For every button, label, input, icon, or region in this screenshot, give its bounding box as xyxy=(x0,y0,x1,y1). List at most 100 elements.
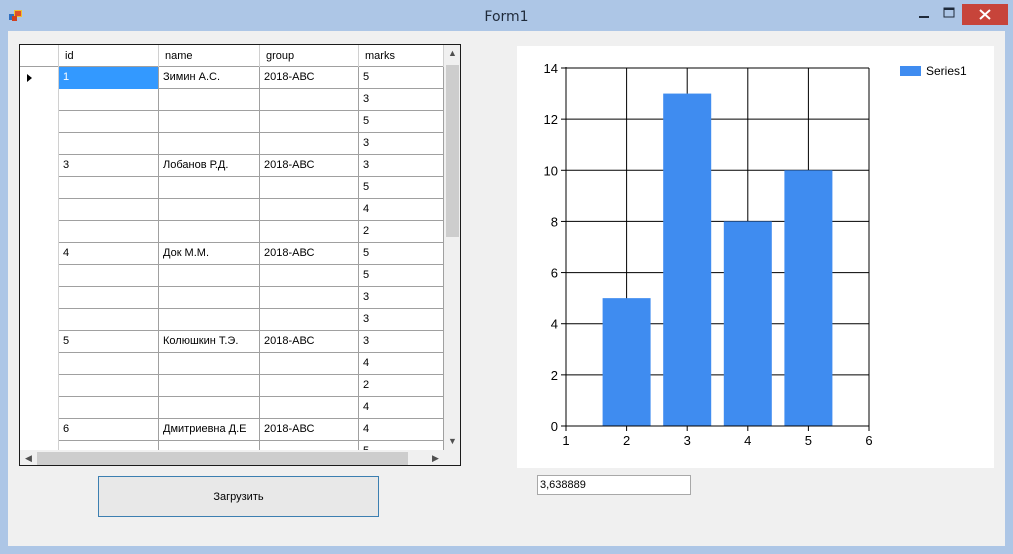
vertical-scrollbar[interactable]: ▲ ▼ xyxy=(444,45,460,450)
cell-marks[interactable]: 5 xyxy=(359,177,444,199)
cell-marks[interactable]: 3 xyxy=(359,133,444,155)
cell-name[interactable]: Колюшкин Т.Э. xyxy=(159,331,260,353)
table-row[interactable]: 5 xyxy=(20,111,444,133)
cell-name[interactable]: Дмитриевна Д.Е xyxy=(159,419,260,441)
row-header[interactable] xyxy=(20,133,59,155)
minimize-button[interactable] xyxy=(912,4,936,26)
cell-id[interactable]: 3 xyxy=(59,155,159,177)
cell-name[interactable]: Зимин А.С. xyxy=(159,67,260,89)
column-header-marks[interactable]: marks xyxy=(359,45,444,67)
cell-marks[interactable]: 3 xyxy=(359,89,444,111)
cell-marks[interactable]: 5 xyxy=(359,111,444,133)
row-header[interactable] xyxy=(20,397,59,419)
table-row[interactable]: 6 Дмитриевна Д.Е 2018-АВС 4 xyxy=(20,419,444,441)
scroll-left-icon[interactable]: ◀ xyxy=(20,450,37,465)
vertical-scroll-thumb[interactable] xyxy=(446,65,459,237)
row-header[interactable] xyxy=(20,199,59,221)
cell-id[interactable] xyxy=(59,353,159,375)
cell-name[interactable] xyxy=(159,265,260,287)
row-header[interactable] xyxy=(20,67,59,89)
row-header[interactable] xyxy=(20,287,59,309)
row-header[interactable] xyxy=(20,419,59,441)
cell-name[interactable] xyxy=(159,177,260,199)
cell-name[interactable] xyxy=(159,353,260,375)
row-header[interactable] xyxy=(20,221,59,243)
table-row[interactable]: 3 xyxy=(20,309,444,331)
close-button[interactable] xyxy=(962,4,1008,25)
table-row[interactable]: 5 xyxy=(20,265,444,287)
table-row[interactable]: 3 xyxy=(20,89,444,111)
cell-marks[interactable]: 5 xyxy=(359,243,444,265)
cell-marks[interactable]: 4 xyxy=(359,397,444,419)
table-row[interactable]: 3 Лобанов Р.Д. 2018-АВС 3 xyxy=(20,155,444,177)
cell-group[interactable] xyxy=(260,221,359,243)
cell-marks[interactable]: 3 xyxy=(359,155,444,177)
cell-group[interactable] xyxy=(260,89,359,111)
table-row[interactable]: 3 xyxy=(20,287,444,309)
cell-name[interactable] xyxy=(159,111,260,133)
cell-id[interactable] xyxy=(59,177,159,199)
cell-marks[interactable]: 5 xyxy=(359,67,444,89)
table-row[interactable]: 4 xyxy=(20,199,444,221)
cell-group[interactable] xyxy=(260,287,359,309)
row-header-corner[interactable] xyxy=(20,45,59,67)
column-header-name[interactable]: name xyxy=(159,45,260,67)
row-header[interactable] xyxy=(20,265,59,287)
row-header[interactable] xyxy=(20,243,59,265)
table-row[interactable]: 5 xyxy=(20,177,444,199)
maximize-button[interactable] xyxy=(936,4,962,26)
table-row[interactable]: 3 xyxy=(20,133,444,155)
cell-group[interactable] xyxy=(260,177,359,199)
cell-name[interactable] xyxy=(159,221,260,243)
cell-group[interactable]: 2018-АВС xyxy=(260,419,359,441)
horizontal-scroll-thumb[interactable] xyxy=(37,452,408,465)
cell-group[interactable] xyxy=(260,375,359,397)
cell-group[interactable] xyxy=(260,265,359,287)
cell-id[interactable] xyxy=(59,309,159,331)
table-row[interactable]: 4 Док М.М. 2018-АВС 5 xyxy=(20,243,444,265)
table-row[interactable]: 2 xyxy=(20,375,444,397)
students-data-grid[interactable]: id name group marks 1 Зимин А.С. 2018-АВС 5 3 5 3… xyxy=(19,44,461,466)
row-header[interactable] xyxy=(20,89,59,111)
cell-marks[interactable]: 3 xyxy=(359,309,444,331)
table-row[interactable]: 4 xyxy=(20,353,444,375)
row-header[interactable] xyxy=(20,375,59,397)
row-header[interactable] xyxy=(20,177,59,199)
cell-marks[interactable]: 4 xyxy=(359,419,444,441)
table-row[interactable]: 2 xyxy=(20,221,444,243)
cell-name[interactable] xyxy=(159,375,260,397)
result-textbox[interactable]: 3,638889 xyxy=(537,475,691,495)
cell-id[interactable]: 5 xyxy=(59,331,159,353)
cell-marks[interactable]: 3 xyxy=(359,331,444,353)
row-header[interactable] xyxy=(20,353,59,375)
row-header[interactable] xyxy=(20,111,59,133)
cell-group[interactable] xyxy=(260,111,359,133)
cell-name[interactable]: Док М.М. xyxy=(159,243,260,265)
scroll-up-icon[interactable]: ▲ xyxy=(444,45,460,62)
table-row[interactable]: 1 Зимин А.С. 2018-АВС 5 xyxy=(20,67,444,89)
cell-id[interactable] xyxy=(59,287,159,309)
cell-id[interactable]: 4 xyxy=(59,243,159,265)
title-bar[interactable]: Form1 xyxy=(0,0,1013,31)
cell-group[interactable]: 2018-АВС xyxy=(260,331,359,353)
cell-marks[interactable]: 4 xyxy=(359,353,444,375)
cell-name[interactable]: Лобанов Р.Д. xyxy=(159,155,260,177)
scroll-down-icon[interactable]: ▼ xyxy=(444,433,460,450)
cell-id[interactable]: 6 xyxy=(59,419,159,441)
cell-marks[interactable]: 3 xyxy=(359,287,444,309)
cell-marks[interactable]: 5 xyxy=(359,265,444,287)
cell-name[interactable] xyxy=(159,287,260,309)
cell-name[interactable] xyxy=(159,133,260,155)
horizontal-scrollbar[interactable]: ◀ ▶ xyxy=(20,450,444,465)
cell-id[interactable] xyxy=(59,221,159,243)
cell-marks[interactable]: 2 xyxy=(359,221,444,243)
cell-id[interactable] xyxy=(59,199,159,221)
cell-name[interactable] xyxy=(159,89,260,111)
cell-group[interactable]: 2018-АВС xyxy=(260,155,359,177)
cell-id[interactable] xyxy=(59,111,159,133)
cell-group[interactable]: 2018-АВС xyxy=(260,243,359,265)
cell-marks[interactable]: 2 xyxy=(359,375,444,397)
cell-id[interactable]: 1 xyxy=(59,67,159,89)
cell-id[interactable] xyxy=(59,133,159,155)
cell-group[interactable] xyxy=(260,397,359,419)
